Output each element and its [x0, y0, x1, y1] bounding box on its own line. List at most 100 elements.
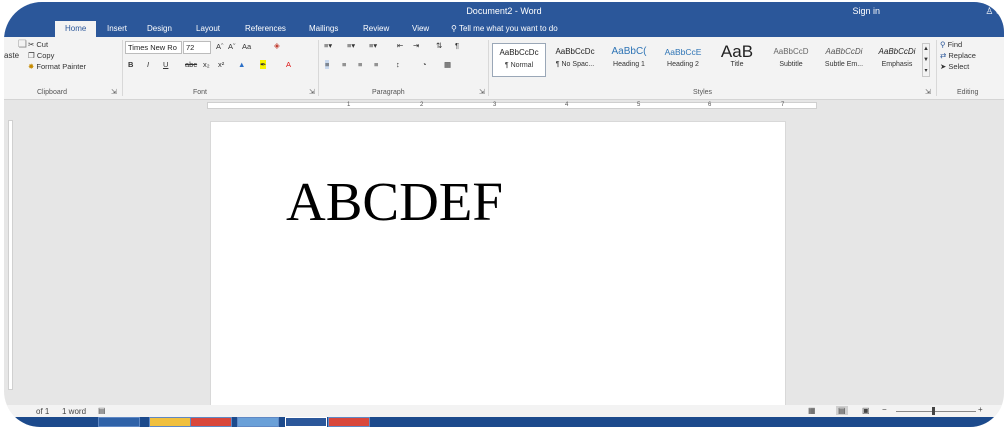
justify-icon[interactable]: ≡: [374, 60, 378, 69]
find-button[interactable]: ⚲ Find: [940, 40, 962, 49]
numbering-icon[interactable]: ≡▾: [347, 41, 355, 50]
style-preview: AaBbC(: [611, 46, 647, 57]
align-right-icon[interactable]: ≡: [358, 60, 362, 69]
font-name-box[interactable]: Times New Ro: [125, 41, 182, 54]
grow-font-button[interactable]: Aˆ: [216, 42, 224, 51]
document-page[interactable]: ABCDEF: [210, 121, 786, 411]
paragraph-launcher-icon[interactable]: ⇲: [479, 88, 485, 96]
show-marks-button[interactable]: ¶: [455, 41, 459, 50]
text-effects-icon[interactable]: ▲: [238, 60, 245, 69]
tab-mailings[interactable]: Mailings: [309, 24, 338, 33]
read-mode-icon[interactable]: ▦: [808, 406, 816, 415]
bold-button[interactable]: B: [128, 60, 133, 69]
shading-icon[interactable]: ◔: [422, 60, 427, 69]
style-name: ¶ Normal: [504, 62, 534, 69]
title-bar: Document2 - Word Sign in ♙ S: [4, 2, 1004, 20]
chrome-icon[interactable]: [190, 417, 232, 427]
highlight-icon[interactable]: ✒: [260, 60, 267, 69]
ie-icon[interactable]: [98, 417, 140, 427]
sort-icon[interactable]: ⇅: [436, 41, 442, 50]
style-name: Heading 1: [613, 61, 645, 68]
increase-indent-icon[interactable]: ⇥: [413, 41, 419, 50]
search-icon: ⚲: [940, 40, 946, 49]
share-icon[interactable]: ♙ S: [985, 6, 1002, 17]
strikethrough-button[interactable]: abc: [185, 60, 197, 69]
font-size-box[interactable]: 72: [183, 41, 211, 54]
style-name: Subtitle: [779, 61, 803, 68]
screenshot-frame: Document2 - Word Sign in ♙ S Home Insert…: [0, 0, 1006, 431]
decrease-indent-icon[interactable]: ⇤: [397, 41, 403, 50]
tab-home[interactable]: Home: [55, 21, 97, 37]
clipboard-launcher-icon[interactable]: ⇲: [111, 88, 117, 96]
zoom-out-button[interactable]: −: [882, 405, 887, 414]
superscript-button[interactable]: x²: [218, 60, 224, 69]
bullets-icon[interactable]: ≡▾: [324, 41, 332, 50]
tab-layout[interactable]: Layout: [196, 24, 220, 33]
vertical-ruler[interactable]: [8, 120, 13, 390]
borders-icon[interactable]: ▦: [444, 60, 451, 69]
change-case-button[interactable]: Aa: [242, 42, 251, 51]
word-count[interactable]: 1 word: [62, 407, 86, 416]
share-label[interactable]: S: [996, 6, 1002, 16]
style-heading-2[interactable]: AaBbCcE Heading 2: [656, 43, 710, 77]
chrome-icon[interactable]: [328, 417, 370, 427]
zoom-slider-thumb[interactable]: [932, 407, 935, 415]
align-left-icon[interactable]: ≡: [325, 60, 330, 69]
copy-button[interactable]: ❐ Copy: [28, 51, 54, 60]
select-button[interactable]: ➤ Select: [940, 62, 969, 71]
horizontal-ruler[interactable]: 1 2 3 4 5 6 7: [4, 101, 1004, 110]
tab-review[interactable]: Review: [363, 24, 389, 33]
style-normal[interactable]: AaBbCcDc ¶ Normal: [492, 43, 546, 77]
line-spacing-icon[interactable]: ↕: [396, 60, 400, 69]
paste-icon[interactable]: ❏: [18, 39, 27, 50]
multilevel-icon[interactable]: ≡▾: [369, 41, 377, 50]
tab-design[interactable]: Design: [147, 24, 172, 33]
tab-view[interactable]: View: [412, 24, 429, 33]
style-subtle-emphasis[interactable]: AaBbCcDi Subtle Em...: [817, 43, 871, 77]
paste-button[interactable]: aste: [4, 51, 19, 60]
subscript-button[interactable]: x₂: [203, 60, 210, 69]
tab-insert[interactable]: Insert: [107, 24, 127, 33]
styles-gallery-scroll[interactable]: ▲ ▼ ▾: [922, 43, 930, 77]
replace-button[interactable]: ⇄ Replace: [940, 51, 976, 60]
proofing-icon[interactable]: ▤: [98, 406, 106, 415]
font-launcher-icon[interactable]: ⇲: [309, 88, 315, 96]
shrink-font-button[interactable]: Aˇ: [228, 42, 236, 51]
style-emphasis[interactable]: AaBbCcDi Emphasis: [870, 43, 924, 77]
document-text[interactable]: ABCDEF: [286, 174, 503, 229]
tab-references[interactable]: References: [245, 24, 286, 33]
replace-icon: ⇄: [940, 51, 947, 60]
style-preview: AaBbCcDi: [878, 47, 916, 56]
divider: [488, 40, 489, 96]
style-name: Heading 2: [667, 61, 699, 68]
style-no-spacing[interactable]: AaBbCcDc ¶ No Spac...: [548, 43, 602, 77]
tell-me-box[interactable]: ⚲ Tell me what you want to do: [451, 24, 558, 33]
style-preview: AaBbCcD: [773, 47, 809, 56]
style-name: Emphasis: [881, 61, 913, 68]
zoom-in-button[interactable]: +: [978, 405, 983, 414]
sign-in-link[interactable]: Sign in: [852, 6, 880, 16]
font-color-button[interactable]: A: [286, 60, 291, 69]
folder-icon[interactable]: [149, 417, 191, 427]
style-title[interactable]: AaB Title: [710, 43, 764, 77]
style-heading-1[interactable]: AaBbC( Heading 1: [602, 43, 656, 77]
clipboard-group-label: Clipboard: [37, 89, 67, 96]
paragraph-group-label: Paragraph: [372, 89, 405, 96]
style-subtitle[interactable]: AaBbCcD Subtitle: [764, 43, 818, 77]
styles-launcher-icon[interactable]: ⇲: [925, 88, 931, 96]
cut-label: Cut: [36, 40, 49, 49]
print-layout-icon[interactable]: ▤: [836, 406, 848, 415]
web-layout-icon[interactable]: ▣: [862, 406, 870, 415]
cut-button[interactable]: ✂ Cut: [28, 40, 48, 49]
page-count[interactable]: of 1: [36, 407, 49, 416]
italic-button[interactable]: I: [147, 60, 149, 69]
paint-icon[interactable]: [237, 417, 279, 427]
zoom-slider[interactable]: [896, 411, 976, 412]
underline-button[interactable]: U: [163, 60, 168, 69]
word-icon[interactable]: [285, 417, 327, 427]
align-center-icon[interactable]: ≡: [342, 60, 346, 69]
ruler-number: 5: [637, 102, 641, 108]
clear-format-icon[interactable]: ◈: [274, 41, 280, 50]
format-painter-button[interactable]: ✸ Format Painter: [28, 62, 86, 71]
find-label: Find: [947, 40, 963, 49]
